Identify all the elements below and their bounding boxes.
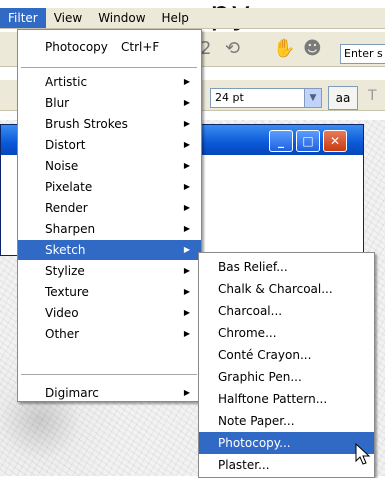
menu-item-render[interactable]: Render ▶ [18, 198, 201, 218]
menu-item-photocopy-last[interactable]: Photocopy Ctrl+F [18, 37, 201, 57]
submenu-item-chalk-charcoal[interactable]: Chalk & Charcoal... [199, 278, 374, 300]
submenu-item-plaster[interactable]: Plaster... [199, 454, 374, 476]
submenu-arrow-icon: ▶ [183, 287, 190, 296]
maximize-button[interactable]: □ [296, 130, 320, 152]
menu-item-shortcut: Ctrl+F [121, 40, 160, 54]
menu-item-label: Blur [45, 96, 70, 110]
submenu-item-label: Chrome... [218, 326, 277, 340]
menu-item-video[interactable]: Video ▶ [18, 303, 201, 323]
submenu-arrow-icon: ▶ [183, 266, 190, 275]
menu-item-label: Artistic [45, 75, 88, 89]
menu-item-distort[interactable]: Distort ▶ [18, 135, 201, 155]
submenu-item-chrome[interactable]: Chrome... [199, 322, 374, 344]
submenu-item-label: Chalk & Charcoal... [218, 282, 333, 296]
menu-item-brush-strokes[interactable]: Brush Strokes ▶ [18, 114, 201, 134]
menu-item-label: Other [45, 327, 80, 341]
submenu-arrow-icon: ▶ [183, 329, 190, 338]
menu-item-label: Stylize [45, 264, 85, 278]
close-button[interactable]: ✕ [323, 130, 347, 152]
refresh-icon[interactable]: ⟲ [225, 38, 240, 59]
submenu-arrow-icon: ▶ [183, 98, 190, 107]
menu-item-other[interactable]: Other ▶ [18, 324, 201, 344]
submenu-item-label: Bas Relief... [218, 260, 288, 274]
submenu-item-bas-relief[interactable]: Bas Relief... [199, 256, 374, 278]
submenu-arrow-icon: ▶ [183, 245, 190, 254]
minimize-button[interactable]: _ [269, 130, 293, 152]
submenu-arrow-icon: ▶ [183, 140, 190, 149]
menu-item-label: Render [45, 201, 88, 215]
menu-item-label: Sketch [45, 243, 86, 257]
submenu-arrow-icon: ▶ [183, 182, 190, 191]
menu-item-noise[interactable]: Noise ▶ [18, 156, 201, 176]
menu-help[interactable]: Help [154, 8, 197, 28]
search-input[interactable]: Enter s [340, 44, 385, 64]
submenu-item-halftone-pattern[interactable]: Halftone Pattern... [199, 388, 374, 410]
submenu-item-label: Graphic Pen... [218, 370, 302, 384]
menu-separator [21, 67, 197, 68]
anti-alias-button[interactable]: aa [328, 86, 358, 110]
menu-item-label: Pixelate [45, 180, 93, 194]
menu-item-label: Distort [45, 138, 86, 152]
menu-item-digimarc[interactable]: Digimarc ▶ [18, 383, 201, 403]
chevron-down-icon[interactable]: ▼ [304, 89, 321, 107]
menu-window[interactable]: Window [90, 8, 153, 28]
submenu-item-note-paper[interactable]: Note Paper... [199, 410, 374, 432]
menu-item-label: Texture [45, 285, 89, 299]
menu-item-label: Digimarc [45, 386, 99, 400]
submenu-item-label: Plaster... [218, 458, 270, 472]
submenu-item-label: Conté Crayon... [218, 348, 312, 362]
stamp-icon[interactable]: ✋ [273, 38, 295, 59]
submenu-arrow-icon: ▶ [183, 308, 190, 317]
submenu-item-label: Photocopy... [218, 436, 291, 450]
submenu-item-label: Note Paper... [218, 414, 295, 428]
menu-bar: Filter View Window Help [0, 8, 385, 29]
submenu-item-graphic-pen[interactable]: Graphic Pen... [199, 366, 374, 388]
submenu-item-cont-crayon[interactable]: Conté Crayon... [199, 344, 374, 366]
menu-item-sketch[interactable]: Sketch ▶ [18, 240, 201, 260]
menu-item-label: Noise [45, 159, 79, 173]
menu-item-label: Brush Strokes [45, 117, 128, 131]
submenu-arrow-icon: ▶ [183, 161, 190, 170]
submenu-arrow-icon: ▶ [183, 77, 190, 86]
font-size-value: 24 pt [215, 91, 244, 104]
menu-item-label: Sharpen [45, 222, 96, 236]
menu-item-artistic[interactable]: Artistic ▶ [18, 72, 201, 92]
menu-item-stylize[interactable]: Stylize ▶ [18, 261, 201, 281]
menu-separator [21, 374, 197, 375]
font-size-select[interactable]: 24 pt ▼ [210, 88, 322, 108]
text-tool-icon[interactable]: T [368, 88, 377, 104]
submenu-arrow-icon: ▶ [183, 203, 190, 212]
submenu-item-label: Charcoal... [218, 304, 283, 318]
menu-item-blur[interactable]: Blur ▶ [18, 93, 201, 113]
menu-item-label: Video [45, 306, 79, 320]
menu-item-sharpen[interactable]: Sharpen ▶ [18, 219, 201, 239]
submenu-arrow-icon: ▶ [183, 388, 190, 397]
menu-item-texture[interactable]: Texture ▶ [18, 282, 201, 302]
menu-item-pixelate[interactable]: Pixelate ▶ [18, 177, 201, 197]
people-icon[interactable]: ☻ [303, 38, 322, 59]
sketch-submenu: Bas Relief... Chalk & Charcoal... Charcoal… [198, 252, 375, 478]
submenu-item-photocopy[interactable]: Photocopy... [199, 432, 374, 454]
submenu-item-label: Halftone Pattern... [218, 392, 328, 406]
menu-item-label: Photocopy [45, 40, 108, 54]
filter-menu: Photocopy Ctrl+F Artistic ▶ Blur ▶ Brush Str… [17, 29, 202, 402]
mouse-pointer-icon [355, 443, 371, 465]
submenu-item-charcoal[interactable]: Charcoal... [199, 300, 374, 322]
submenu-arrow-icon: ▶ [183, 224, 190, 233]
menu-view[interactable]: View [46, 8, 90, 28]
submenu-arrow-icon: ▶ [183, 119, 190, 128]
menu-filter[interactable]: Filter [0, 8, 46, 28]
